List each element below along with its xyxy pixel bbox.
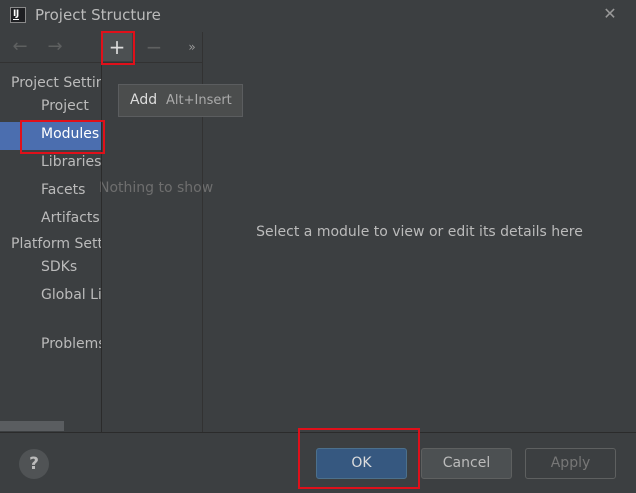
- platform-settings-heading: Platform Setti: [11, 236, 101, 252]
- sidebar-item-artifacts[interactable]: Artifacts: [0, 206, 101, 234]
- modules-list-empty-text: Nothing to show: [99, 180, 214, 196]
- sidebar-item-project[interactable]: Project: [0, 94, 101, 122]
- help-icon[interactable]: ?: [19, 449, 49, 479]
- apply-button[interactable]: Apply: [525, 448, 616, 479]
- module-details-hint: Select a module to view or edit its deta…: [256, 224, 583, 240]
- sidebar-divider: [101, 62, 102, 432]
- window-title: Project Structure: [35, 6, 161, 24]
- sidebar-item-label: Problems: [41, 336, 101, 352]
- back-arrow-icon[interactable]: ←: [9, 36, 31, 58]
- settings-sidebar: Project Settin Project Modules Libraries…: [0, 32, 101, 432]
- app-icon-text: IJ: [13, 9, 19, 19]
- sidebar-item-facets[interactable]: Facets: [0, 178, 101, 206]
- app-icon-bar: [13, 19, 19, 20]
- cancel-button[interactable]: Cancel: [421, 448, 512, 479]
- project-settings-heading: Project Settin: [11, 75, 101, 91]
- sidebar-item-label: Facets: [41, 182, 86, 198]
- ok-button[interactable]: OK: [316, 448, 407, 479]
- sidebar-item-global-libraries[interactable]: Global Li: [0, 283, 101, 311]
- title-bar: IJ Project Structure ✕: [0, 0, 636, 32]
- sidebar-scrollbar[interactable]: [0, 421, 64, 431]
- sidebar-item-label: Project: [41, 98, 89, 114]
- tooltip-text: Add: [130, 92, 158, 108]
- sidebar-item-sdks[interactable]: SDKs: [0, 255, 101, 283]
- remove-icon[interactable]: −: [139, 33, 169, 61]
- close-icon[interactable]: ✕: [600, 4, 620, 24]
- modules-item-highlight: [20, 120, 105, 154]
- add-button-highlight: [101, 31, 135, 65]
- sidebar-item-libraries[interactable]: Libraries: [0, 150, 101, 178]
- sidebar-item-label: Global Li: [41, 287, 101, 303]
- forward-arrow-icon[interactable]: →: [44, 36, 66, 58]
- sidebar-item-label: Libraries: [41, 154, 101, 170]
- sidebar-item-problems[interactable]: Problems: [0, 332, 101, 360]
- more-actions-icon[interactable]: »: [183, 33, 201, 61]
- add-tooltip: Add Alt+Insert: [118, 84, 243, 117]
- sidebar-item-label: SDKs: [41, 259, 78, 275]
- tooltip-shortcut: Alt+Insert: [166, 93, 232, 108]
- sidebar-item-label: Artifacts: [41, 210, 100, 226]
- intellij-icon: IJ: [10, 7, 26, 23]
